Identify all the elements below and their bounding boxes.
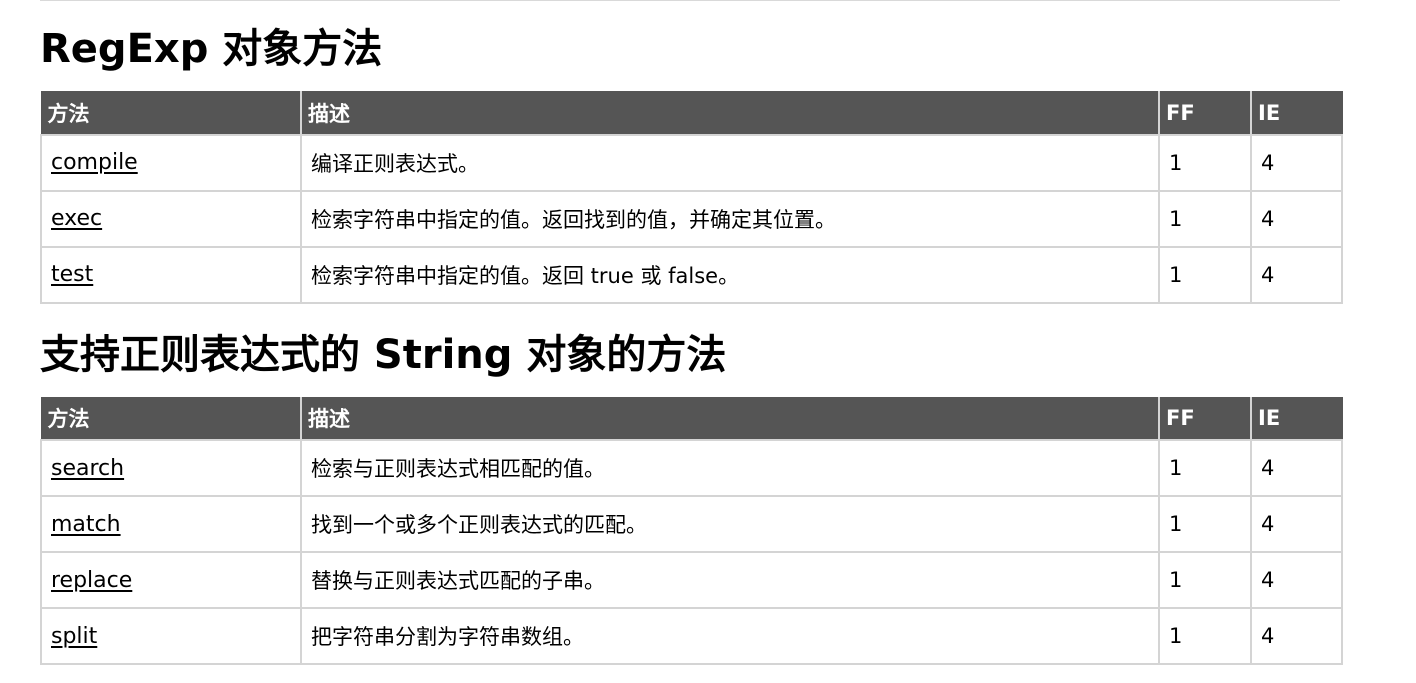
- ff-version-cell: 1: [1158, 495, 1252, 553]
- table-row: search 检索与正则表达式相匹配的值。 1 4: [40, 439, 1343, 497]
- description-cell: 检索字符串中指定的值。返回 true 或 false。: [300, 245, 1160, 304]
- table-row: match 找到一个或多个正则表达式的匹配。 1 4: [40, 495, 1343, 553]
- regexp-methods-table: 方法 描述 FF IE compile 编译正则表达式。 1 4 exec 检索…: [40, 91, 1343, 304]
- table-row: replace 替换与正则表达式匹配的子串。 1 4: [40, 551, 1343, 609]
- column-header-method: 方法: [40, 91, 302, 135]
- description-cell: 替换与正则表达式匹配的子串。: [300, 551, 1160, 609]
- description-cell: 检索字符串中指定的值。返回找到的值，并确定其位置。: [300, 189, 1160, 248]
- ie-version-cell: 4: [1250, 607, 1343, 665]
- ie-version-cell: 4: [1250, 189, 1343, 248]
- method-cell: replace: [40, 551, 302, 609]
- ie-version-cell: 4: [1250, 439, 1343, 497]
- ie-version-cell: 4: [1250, 495, 1343, 553]
- ff-version-cell: 1: [1158, 439, 1252, 497]
- description-cell: 检索与正则表达式相匹配的值。: [300, 439, 1160, 497]
- section-heading-regexp-methods: RegExp 对象方法: [40, 26, 383, 72]
- column-header-ff: FF: [1158, 396, 1252, 441]
- section-heading-string-methods: 支持正则表达式的 String 对象的方法: [40, 331, 727, 378]
- description-cell: 找到一个或多个正则表达式的匹配。: [300, 495, 1160, 553]
- string-methods-table: 方法 描述 FF IE search 检索与正则表达式相匹配的值。 1 4 ma…: [40, 396, 1343, 665]
- ie-version-cell: 4: [1250, 245, 1343, 304]
- method-link-match[interactable]: match: [51, 512, 121, 537]
- column-header-ie: IE: [1250, 396, 1343, 441]
- page-content: RegExp 对象方法 方法 描述 FF IE compile 编译正则表达式。…: [40, 22, 1343, 665]
- table-header-row: 方法 描述 FF IE: [40, 396, 1343, 441]
- ie-version-cell: 4: [1250, 551, 1343, 609]
- table-row: test 检索字符串中指定的值。返回 true 或 false。 1 4: [40, 245, 1343, 304]
- description-cell: 编译正则表达式。: [300, 133, 1160, 192]
- method-cell: split: [40, 607, 302, 665]
- column-header-method: 方法: [40, 396, 302, 441]
- method-cell: match: [40, 495, 302, 553]
- top-divider: [40, 0, 1340, 1]
- method-cell: exec: [40, 189, 302, 248]
- ff-version-cell: 1: [1158, 133, 1252, 192]
- description-cell: 把字符串分割为字符串数组。: [300, 607, 1160, 665]
- method-cell: test: [40, 245, 302, 304]
- ie-version-cell: 4: [1250, 133, 1343, 192]
- column-header-ie: IE: [1250, 91, 1343, 135]
- ff-version-cell: 1: [1158, 551, 1252, 609]
- column-header-description: 描述: [300, 396, 1160, 441]
- table-header-row: 方法 描述 FF IE: [40, 91, 1343, 135]
- method-cell: compile: [40, 133, 302, 192]
- method-link-test[interactable]: test: [51, 262, 93, 287]
- ff-version-cell: 1: [1158, 607, 1252, 665]
- column-header-ff: FF: [1158, 91, 1252, 135]
- ff-version-cell: 1: [1158, 245, 1252, 304]
- method-link-exec[interactable]: exec: [51, 206, 102, 231]
- method-link-compile[interactable]: compile: [51, 150, 138, 175]
- table-row: exec 检索字符串中指定的值。返回找到的值，并确定其位置。 1 4: [40, 189, 1343, 248]
- method-link-replace[interactable]: replace: [51, 568, 132, 593]
- table-row: compile 编译正则表达式。 1 4: [40, 133, 1343, 192]
- column-header-description: 描述: [300, 91, 1160, 135]
- ff-version-cell: 1: [1158, 189, 1252, 248]
- method-link-search[interactable]: search: [51, 456, 124, 481]
- method-link-split[interactable]: split: [51, 624, 97, 649]
- table-row: split 把字符串分割为字符串数组。 1 4: [40, 607, 1343, 665]
- method-cell: search: [40, 439, 302, 497]
